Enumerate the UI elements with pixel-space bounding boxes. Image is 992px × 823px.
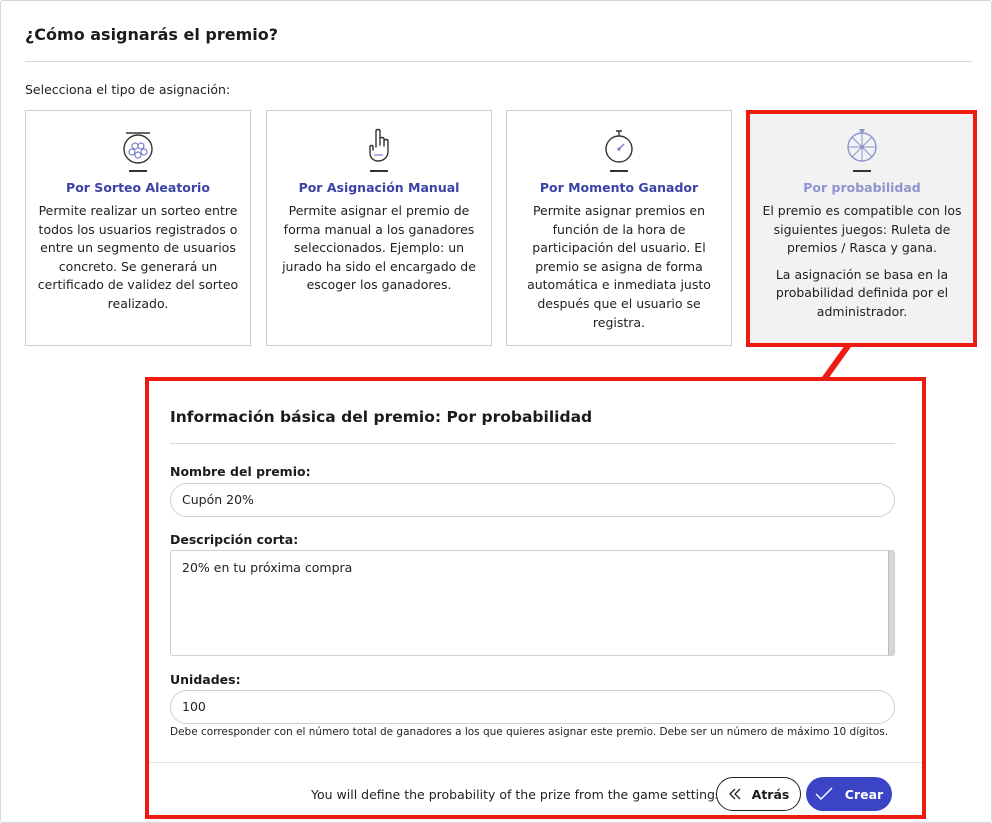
assignment-card-manual[interactable]: Por Asignación Manual Permite asignar el… [266,110,492,346]
back-button[interactable]: Atrás [716,777,801,811]
hand-pointer-icon [369,128,389,162]
prize-name-input[interactable]: Cupón 20% [170,483,895,517]
divider [170,443,895,444]
units-help-text: Debe corresponder con el número total de… [170,726,889,738]
card-description: Permite asignar premios en función de la… [517,202,721,340]
card-dash [610,170,628,172]
prize-name-label: Nombre del premio: [170,464,311,479]
card-description-text: Permite asignar el premio de forma manua… [282,203,476,293]
prize-form-panel: Información básica del premio: Por proba… [149,381,922,818]
units-label: Unidades: [170,672,241,687]
short-description-label: Descripción corta: [170,532,299,547]
card-description-text: Permite asignar premios en función de la… [527,203,711,330]
assignment-type-label: Selecciona el tipo de asignación: [25,82,231,97]
card-description-text: El premio es compatible con los siguient… [762,203,962,256]
probability-note: You will define the probability of the p… [311,787,722,802]
back-button-label: Atrás [751,786,790,802]
divider [149,762,922,763]
short-description-textarea[interactable]: 20% en tu próxima compra [170,550,895,656]
assignment-card-winning-moment[interactable]: Por Momento Ganador Permite asignar prem… [506,110,732,346]
form-title: Información básica del premio: Por proba… [170,408,593,426]
create-button-label: Crear [844,786,884,802]
card-title: Por Sorteo Aleatorio [66,180,210,195]
card-description-text: Permite realizar un sorteo entre todos l… [37,203,239,311]
assignment-card-random-draw[interactable]: Por Sorteo Aleatorio Permite realizar un… [25,110,251,346]
stopwatch-icon [605,130,633,163]
prize-wheel-icon [847,129,877,162]
card-description: Permite asignar el premio de forma manua… [277,202,481,303]
card-title: Por Momento Ganador [539,180,699,195]
create-button[interactable]: Crear [806,777,892,811]
lottery-ball-icon [123,132,153,164]
card-dash [370,170,388,172]
short-description-value: 20% en tu próxima compra [182,560,353,575]
divider [25,61,972,62]
card-dash [129,170,147,172]
assignment-card-probability[interactable]: Por probabilidad El premio es compatible… [749,110,975,346]
card-description: El premio es compatible con los siguient… [760,202,964,330]
card-description-text: La asignación se basa en la probabilidad… [775,266,949,319]
textarea-scrollbar[interactable] [888,551,894,655]
page-title: ¿Cómo asignarás el premio? [25,25,279,44]
double-chevron-left-icon [728,788,741,800]
card-title: Por Asignación Manual [298,180,460,195]
card-description: Permite realizar un sorteo entre todos l… [36,202,240,322]
card-title: Por probabilidad [803,180,921,195]
units-input[interactable]: 100 [170,690,895,724]
checkmark-icon [815,787,833,800]
card-dash [853,170,871,172]
